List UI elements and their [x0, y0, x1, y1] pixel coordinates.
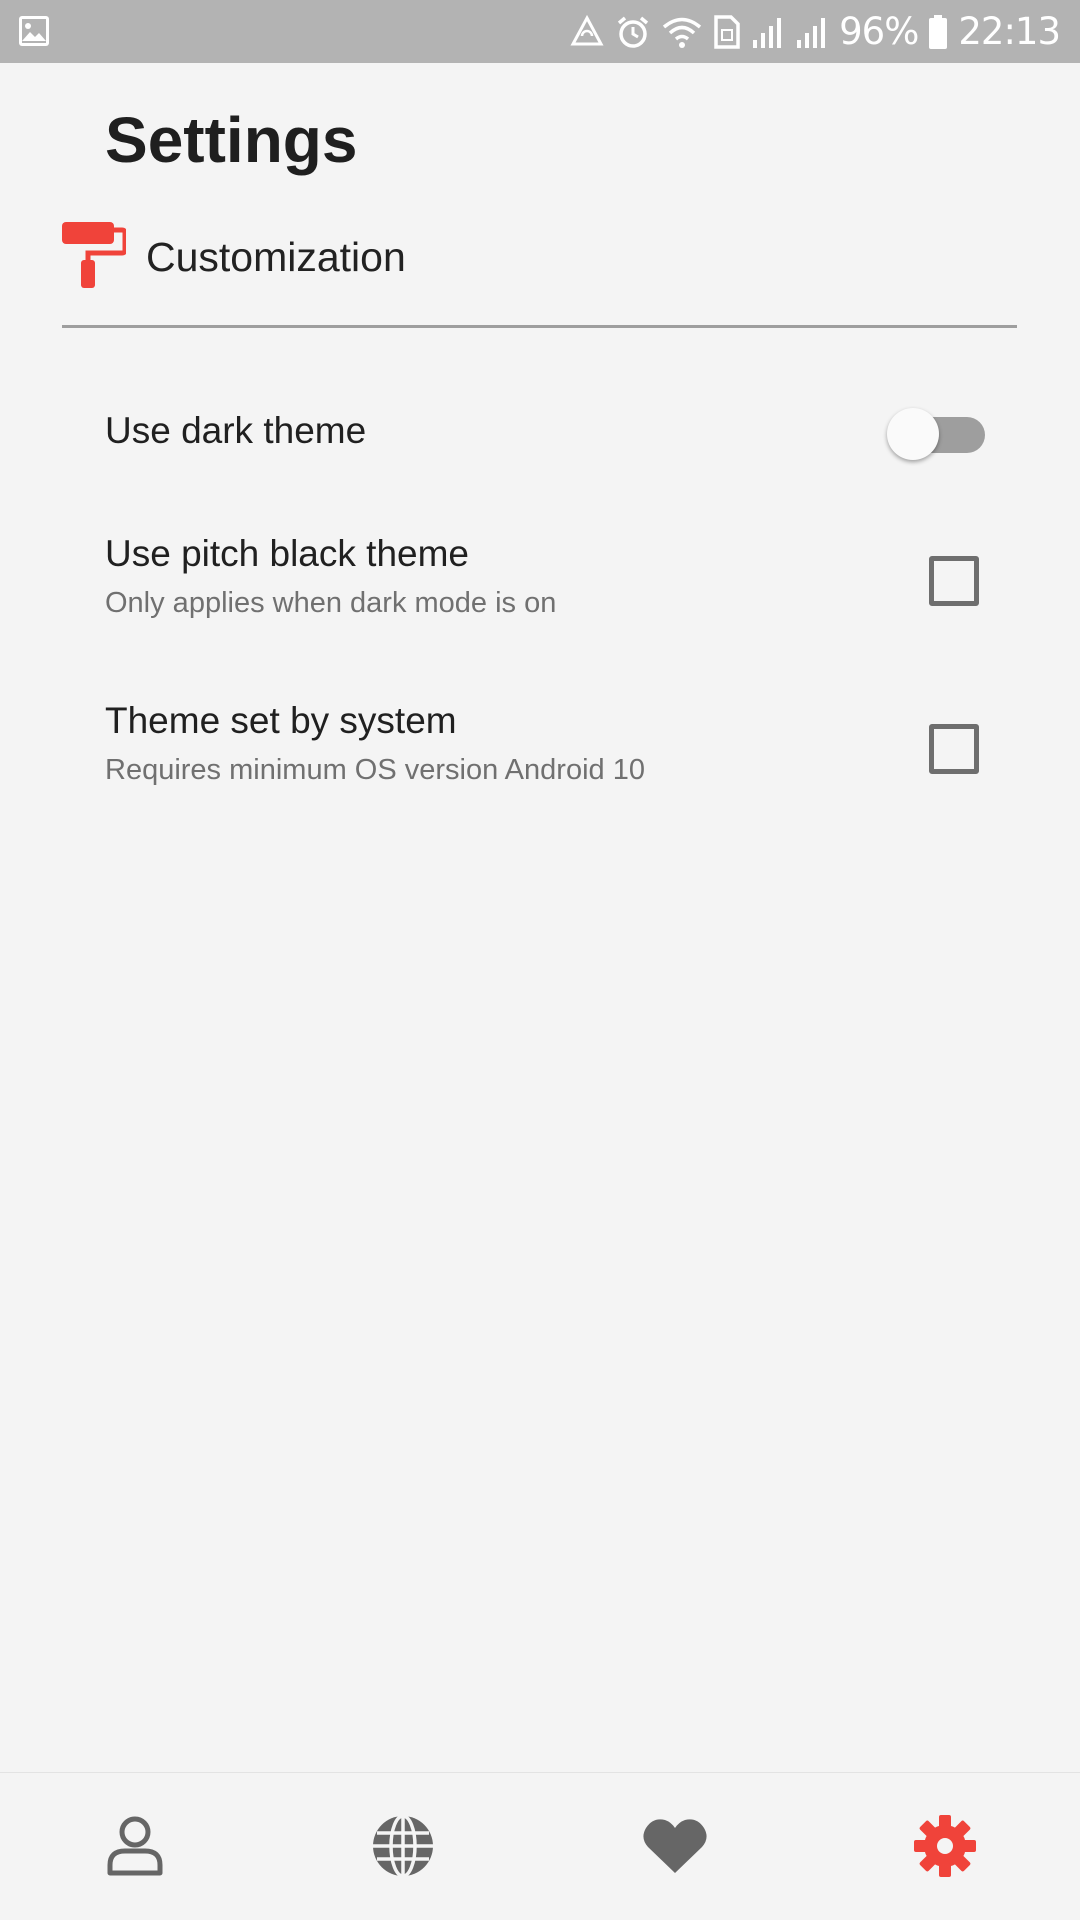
status-icons: 96% 22:13 — [569, 0, 1061, 63]
heart-icon — [642, 1817, 708, 1880]
pitch-black-checkbox[interactable] — [929, 556, 979, 606]
switch-thumb — [887, 408, 939, 460]
setting-dark-theme[interactable]: Use dark theme — [105, 410, 985, 452]
wifi-icon — [661, 14, 703, 50]
gear-icon — [913, 1814, 977, 1883]
bottom-navigation — [0, 1772, 1080, 1920]
setting-subtitle: Requires minimum OS version Android 10 — [105, 754, 645, 786]
signal-icon — [795, 14, 829, 50]
setting-system-theme[interactable]: Theme set by system Requires minimum OS … — [105, 700, 985, 787]
page-title: Settings — [105, 104, 358, 176]
profile-icon — [105, 1815, 165, 1882]
battery-icon — [928, 14, 948, 50]
section-label: Customization — [146, 233, 406, 280]
nav-profile[interactable] — [95, 1808, 175, 1888]
setting-title: Use dark theme — [105, 410, 367, 451]
nav-settings[interactable] — [905, 1808, 985, 1888]
nav-explore[interactable] — [363, 1808, 443, 1888]
status-bar: 96% 22:13 — [0, 0, 1080, 63]
sync-icon — [569, 14, 605, 50]
section-header-customization: Customization — [62, 221, 406, 293]
gallery-icon — [18, 15, 50, 52]
battery-percent: 96% — [839, 10, 919, 53]
clock: 22:13 — [958, 10, 1061, 53]
setting-pitch-black-theme[interactable]: Use pitch black theme Only applies when … — [105, 533, 985, 620]
system-theme-checkbox[interactable] — [929, 724, 979, 774]
alarm-icon — [615, 14, 651, 50]
paint-roller-icon — [62, 221, 128, 293]
setting-subtitle: Only applies when dark mode is on — [105, 587, 557, 619]
setting-title: Theme set by system — [105, 700, 457, 741]
nav-favorites[interactable] — [635, 1808, 715, 1888]
signal-icon — [751, 14, 785, 50]
sim-icon — [713, 14, 741, 50]
setting-title: Use pitch black theme — [105, 533, 470, 574]
section-divider — [62, 325, 1017, 328]
dark-theme-switch[interactable] — [887, 408, 985, 460]
globe-icon — [371, 1813, 435, 1883]
